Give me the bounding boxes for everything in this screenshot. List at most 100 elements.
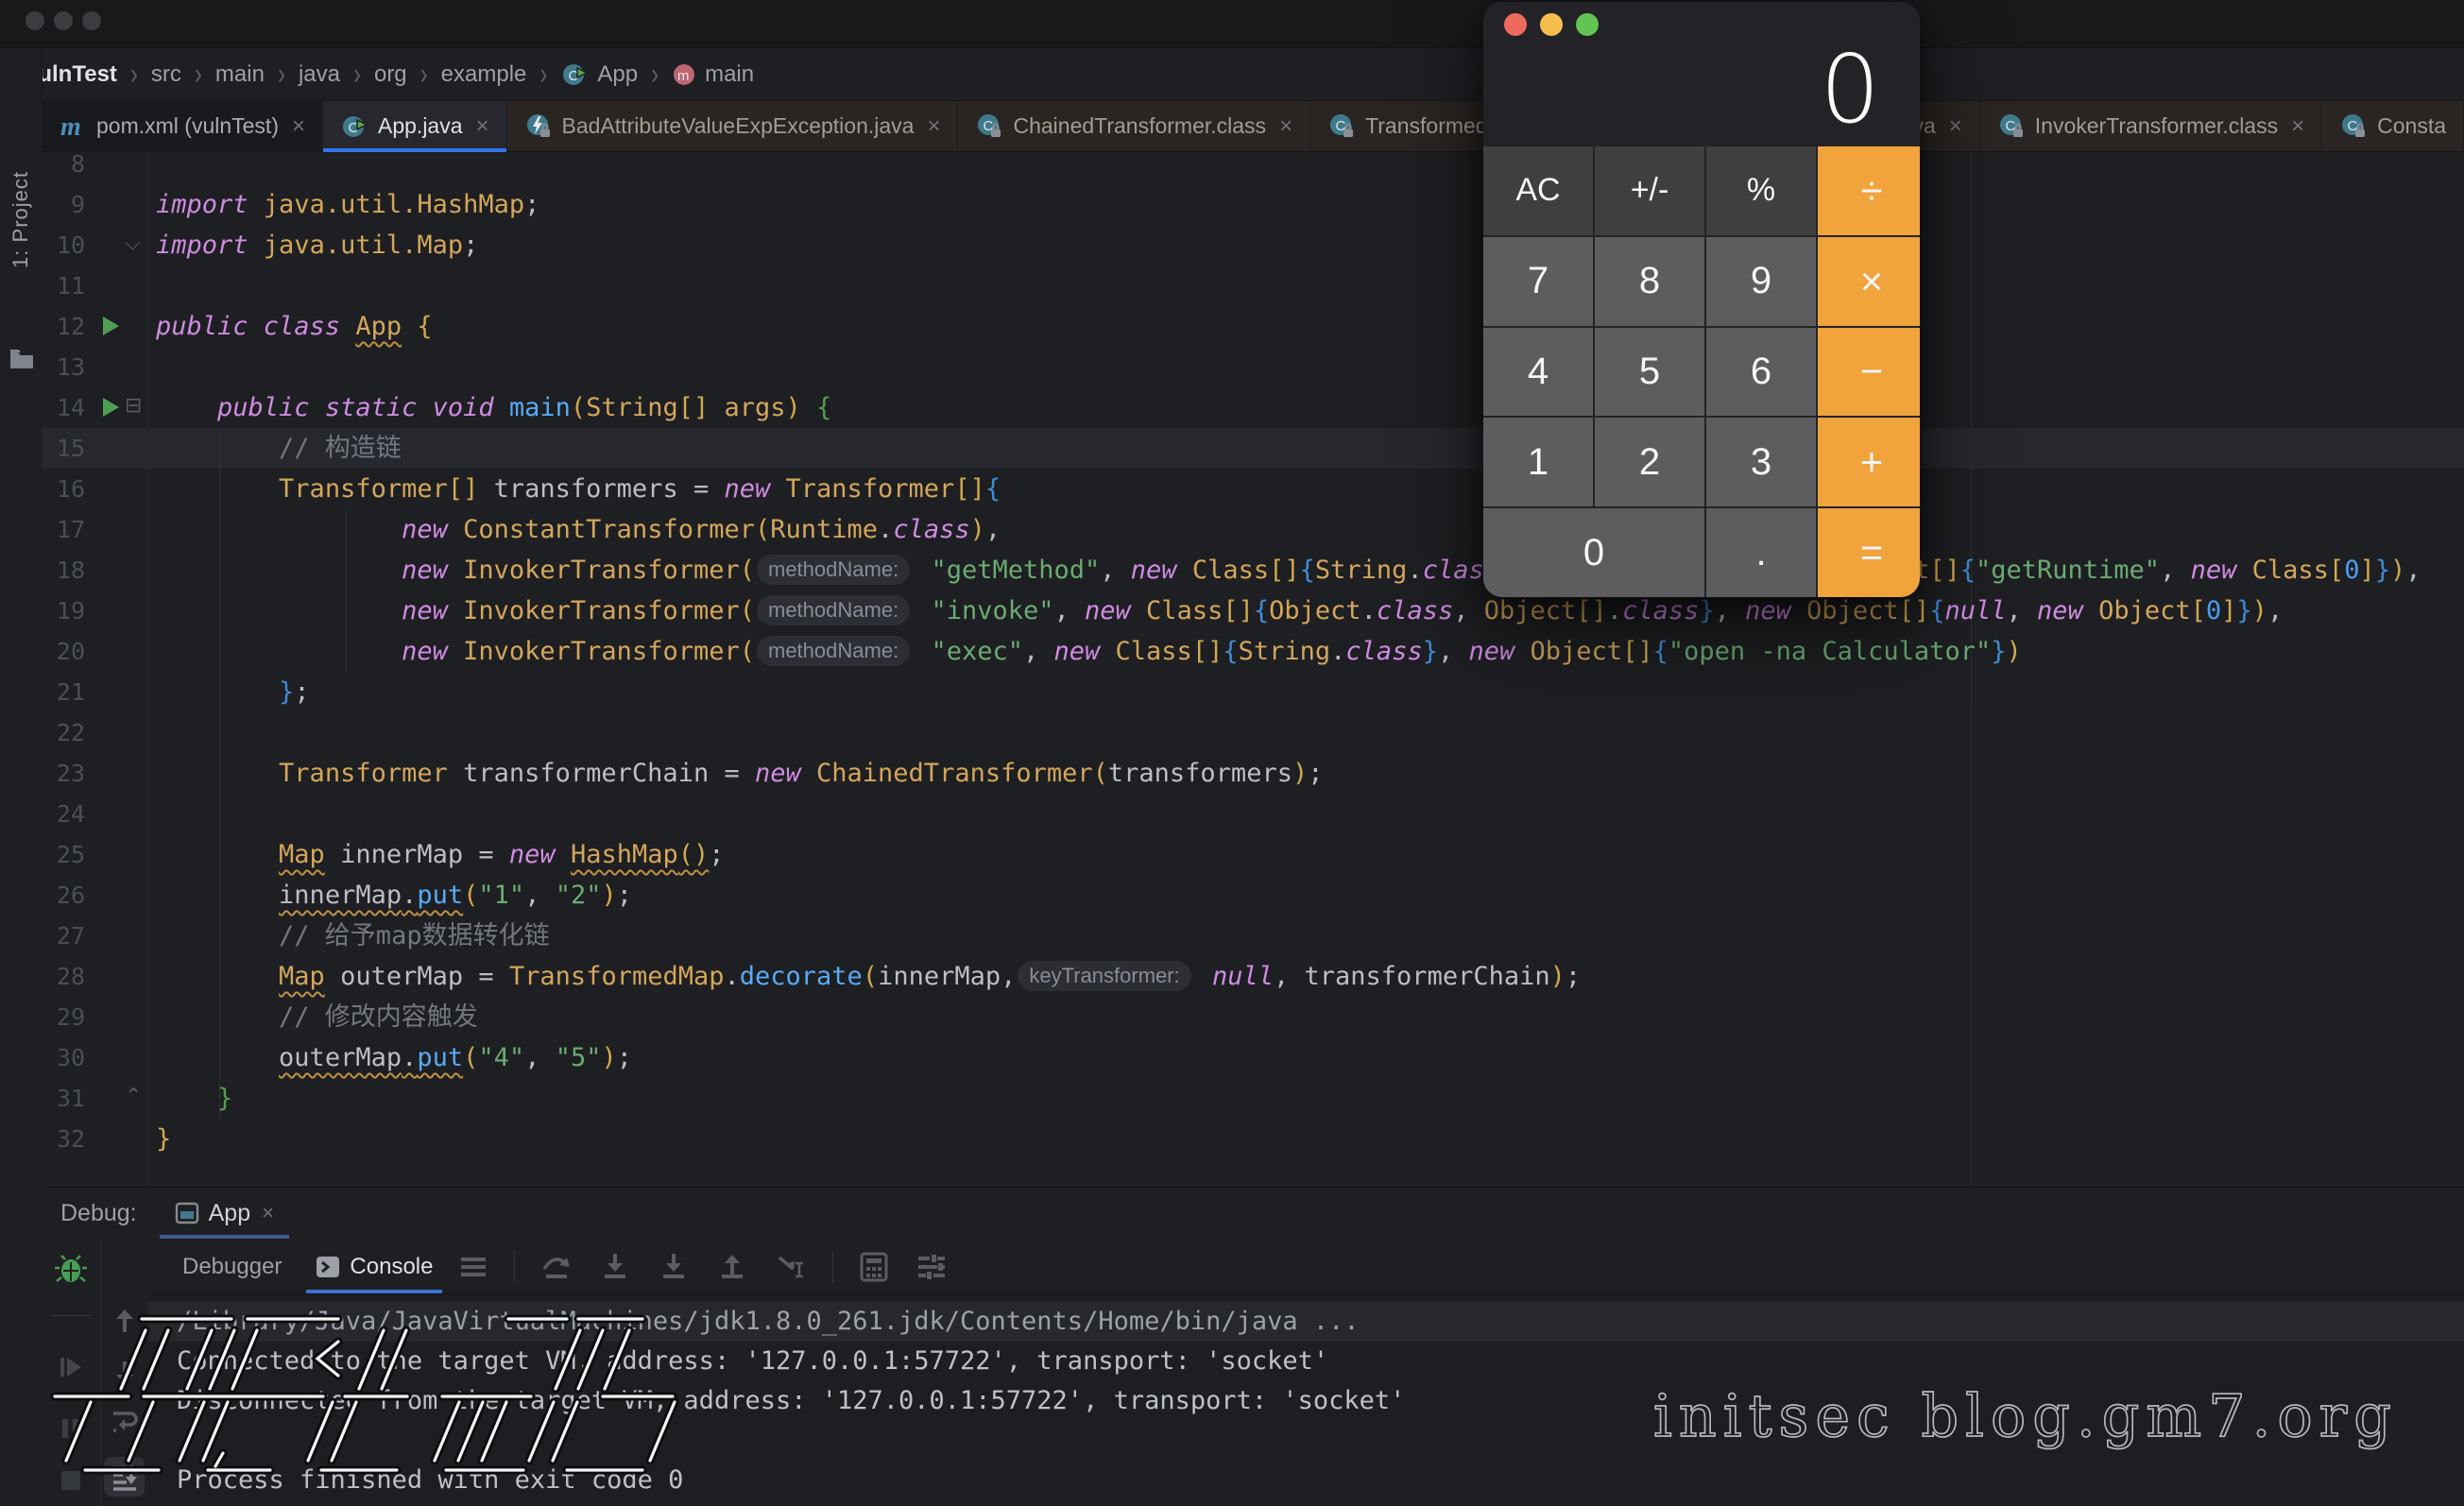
run-gutter-icon[interactable] [100, 315, 121, 342]
calculator-window[interactable]: 0 AC+/-%÷789×456−123+0.= [1483, 2, 1920, 597]
breadcrumb-item-java[interactable]: java [299, 61, 340, 88]
calc-button-_[interactable]: . [1706, 508, 1816, 597]
code-line-30: 30 outerMap.put("4", "5"); [42, 1037, 2464, 1078]
editor-tab-invokertransformer-class[interactable]: CInvokerTransformer.class× [1980, 101, 2322, 151]
editor-tab-badattributevalueexpexception-java[interactable]: BadAttributeValueExpException.java× [507, 101, 959, 151]
line-number: 13 [42, 347, 85, 387]
code-line-32: 32} [42, 1119, 2464, 1159]
fold-gutter-icon[interactable]: ⊟ [125, 393, 142, 418]
tab-label: Console [350, 1254, 433, 1280]
calc-button-6[interactable]: 6 [1706, 328, 1816, 417]
editor-tab-pom-xml-vulntest-[interactable]: mpom.xml (vulnTest)× [42, 101, 323, 151]
breadcrumb-item-src[interactable]: src [151, 61, 181, 88]
tab-debugger[interactable]: Debugger [182, 1240, 282, 1293]
code-line-19: 19 new InvokerTransformer(methodName: "i… [42, 590, 2464, 631]
breadcrumb-item-org[interactable]: org [374, 61, 407, 88]
code-text: Transformer[] transformers = new Transfo… [156, 469, 1001, 509]
calc-button-8[interactable]: 8 [1595, 237, 1704, 326]
breadcrumb-separator: › [420, 57, 428, 93]
calc-button-_[interactable]: = [1818, 508, 1920, 597]
step-into-button[interactable] [598, 1250, 632, 1284]
terminal-icon [316, 1255, 340, 1279]
close-tab-icon[interactable]: × [1279, 115, 1292, 138]
breadcrumb-label: org [374, 61, 407, 88]
code-text: import java.util.Map; [156, 225, 478, 265]
fold-gutter-icon[interactable]: ⌵ [125, 231, 141, 255]
breadcrumb-item-main[interactable]: main [215, 61, 265, 88]
calc-button-3[interactable]: 3 [1706, 418, 1816, 506]
breadcrumb-item-app[interactable]: CApp [560, 60, 638, 89]
line-number: 27 [42, 916, 85, 956]
close-tab-icon[interactable]: × [1949, 115, 1962, 138]
code-editor[interactable]: 89import java.util.HashMap;10⌵import jav… [42, 152, 2464, 1187]
calc-button-2[interactable]: 2 [1595, 418, 1704, 506]
calc-button-4[interactable]: 4 [1483, 328, 1593, 417]
calc-button-_[interactable]: − [1818, 328, 1920, 417]
calc-button-0[interactable]: 0 [1483, 508, 1704, 597]
menu-button[interactable] [457, 1251, 489, 1283]
code-text: Transformer transformerChain = new Chain… [156, 753, 1324, 794]
calc-button-9[interactable]: 9 [1706, 237, 1816, 326]
step-over-button[interactable] [539, 1250, 573, 1284]
toolbar-separator [514, 1251, 515, 1283]
code-line-29: 29 // 修改内容触发 [42, 997, 2464, 1037]
breadcrumb-item-main[interactable]: mmain [672, 61, 754, 88]
parameter-hint-chip: methodName: [757, 555, 910, 585]
line-number: 32 [42, 1119, 85, 1159]
calc-button-AC[interactable]: AC [1483, 146, 1593, 235]
close-tab-icon[interactable]: × [927, 115, 940, 138]
run-to-cursor-button[interactable] [774, 1250, 808, 1284]
breadcrumb-label: src [151, 61, 181, 88]
method-icon: m [672, 62, 696, 87]
project-toolwindow-button[interactable]: 1: Project [9, 171, 33, 268]
code-text: new InvokerTransformer(methodName: "exec… [156, 631, 2022, 672]
line-number: 18 [42, 550, 85, 590]
tab-console[interactable]: Console [316, 1240, 433, 1293]
code-text: } [156, 1078, 232, 1119]
calc-zoom-icon[interactable] [1576, 13, 1599, 36]
line-number: 9 [42, 184, 85, 225]
calc-button-_[interactable]: × [1818, 237, 1920, 326]
step-out-button[interactable] [715, 1250, 749, 1284]
calc-button-5[interactable]: 5 [1595, 328, 1704, 417]
run-gutter-icon[interactable] [100, 396, 121, 423]
close-tab-icon[interactable]: × [292, 115, 305, 138]
evaluate-button[interactable] [858, 1251, 890, 1283]
calc-close-icon[interactable] [1504, 13, 1527, 36]
fold-gutter-icon[interactable]: ⌃ [125, 1084, 142, 1108]
calc-button-_[interactable]: + [1818, 418, 1920, 506]
close-tab-icon[interactable]: × [2291, 115, 2304, 138]
trace-settings-button[interactable] [915, 1250, 949, 1284]
close-icon[interactable]: × [262, 1201, 274, 1225]
code-text: outerMap.put("4", "5"); [156, 1037, 632, 1078]
editor-tab-consta[interactable]: CConsta [2322, 101, 2464, 151]
calc-button-7[interactable]: 7 [1483, 237, 1593, 326]
calc-button-_[interactable]: ÷ [1818, 146, 1920, 235]
close-tab-icon[interactable]: × [476, 115, 489, 138]
code-line-20: 20 new InvokerTransformer(methodName: "e… [42, 631, 2464, 672]
editor-tab-chainedtransformer-class[interactable]: CChainedTransformer.class× [958, 101, 1310, 151]
line-number: 19 [42, 590, 85, 631]
calc-button-_[interactable]: % [1706, 146, 1816, 235]
calc-button-1[interactable]: 1 [1483, 418, 1593, 506]
breadcrumb-item-example[interactable]: example [441, 61, 527, 88]
bug-button[interactable] [42, 1253, 100, 1287]
zoom-window-icon[interactable] [82, 11, 101, 30]
calc-button-_[interactable]: +/- [1595, 146, 1704, 235]
editor-tab-bar: mpom.xml (vulnTest)×CApp.java×BadAttribu… [42, 101, 2464, 152]
debug-session-tab[interactable]: App × [175, 1188, 274, 1239]
editor-tab-app-java[interactable]: CApp.java× [323, 101, 507, 151]
close-window-icon[interactable] [26, 11, 44, 30]
code-text: }; [156, 672, 310, 712]
breadcrumb-separator: › [278, 57, 285, 93]
ide-titlebar [0, 0, 2464, 48]
breadcrumb: vulnTest›src›main›java›org›example›CApp›… [0, 48, 2464, 101]
force-step-into-button[interactable] [657, 1250, 691, 1284]
code-text: import java.util.HashMap; [156, 184, 539, 225]
tab-label: App.java [378, 113, 463, 139]
tab-label: pom.xml (vulnTest) [96, 113, 279, 139]
calc-minimize-icon[interactable] [1540, 13, 1563, 36]
code-text: public static void main(String[] args) { [156, 387, 831, 428]
minimize-window-icon[interactable] [54, 11, 73, 30]
class-lock-icon: C [1997, 112, 2026, 141]
